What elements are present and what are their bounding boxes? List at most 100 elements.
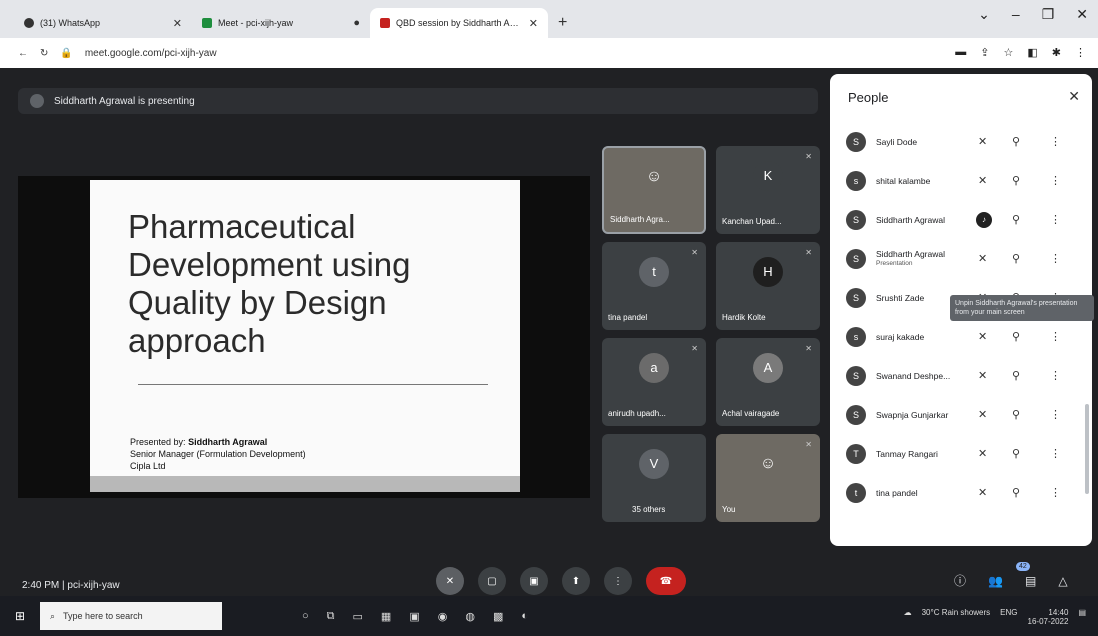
activities-icon[interactable]: △	[1058, 574, 1067, 588]
menu-icon[interactable]: ⋮	[1075, 46, 1086, 59]
share-icon[interactable]: ⇪	[980, 46, 989, 59]
captions-button[interactable]: ▣	[520, 567, 548, 595]
meeting-time: 2:40 PM	[22, 580, 60, 591]
participant-row[interactable]: S Swapnja Gunjarkar ✕ ⚲ ⋮	[830, 395, 1092, 434]
tab-meet[interactable]: Meet - pci-xijh-yaw ●	[192, 8, 370, 38]
tab-whatsapp[interactable]: (31) WhatsApp ✕	[14, 8, 192, 38]
chevron-down-icon[interactable]: ⌄	[978, 6, 990, 23]
participant-row[interactable]: S Siddharth Agrawal ♪ ⚲ ⋮	[830, 200, 1092, 239]
camera-icon[interactable]: ▬	[955, 46, 966, 59]
participant-subtitle: Presentation	[876, 259, 913, 267]
app-icon[interactable]: ▣	[409, 610, 419, 623]
self-view-tile[interactable]: ✕ ☺ You	[716, 434, 820, 522]
more-vert-icon[interactable]: ⋮	[1050, 447, 1061, 460]
maximize-button[interactable]: ❐	[1042, 6, 1055, 23]
pin-icon[interactable]: ⚲	[1012, 447, 1020, 460]
app-icon[interactable]: ▩	[493, 610, 503, 623]
people-button[interactable]: 👥 42	[988, 561, 1030, 588]
participant-row[interactable]: S Swanand Deshpe... ✕ ⚲ ⋮	[830, 356, 1092, 395]
participant-tile[interactable]: ✕ a anirudh upadh...	[602, 338, 706, 426]
mic-off-icon[interactable]: ✕	[978, 330, 987, 343]
more-options-button[interactable]: ⋮	[604, 567, 632, 595]
participant-tile[interactable]: ✕ H Hardik Kolte	[716, 242, 820, 330]
participant-row[interactable]: S Siddharth Agrawal Presentation ✕ ⚲ ⋮	[830, 239, 1092, 278]
reload-icon[interactable]: ↻	[40, 48, 48, 59]
mic-toggle-button[interactable]: ✕	[436, 567, 464, 595]
pin-icon[interactable]: ⚲	[1012, 135, 1020, 148]
mic-off-icon[interactable]: ✕	[978, 252, 987, 265]
language-indicator[interactable]: ENG	[1000, 608, 1017, 626]
mic-off-icon[interactable]: ✕	[978, 369, 987, 382]
mic-off-icon: ✕	[445, 575, 455, 587]
leave-call-button[interactable]: ☎	[646, 567, 686, 595]
camera-toggle-button[interactable]: ▢	[478, 567, 506, 595]
speaking-icon: ♪	[976, 211, 992, 228]
more-vert-icon[interactable]: ⋮	[1050, 486, 1061, 499]
extension-icon[interactable]: ✱	[1052, 46, 1061, 59]
participant-row[interactable]: t tina pandel ✕ ⚲ ⋮	[830, 473, 1092, 512]
star-icon[interactable]: ☆	[1004, 46, 1014, 59]
windows-start-icon[interactable]: ⊞	[6, 609, 34, 623]
notification-icon[interactable]: ▤	[1078, 608, 1086, 626]
participant-avatar: V	[639, 448, 669, 479]
file-explorer-icon[interactable]: ▭	[353, 610, 363, 623]
scrollbar[interactable]	[1085, 404, 1089, 494]
participant-avatar: s	[846, 326, 866, 347]
participant-count-badge: 42	[1016, 561, 1030, 571]
present-button[interactable]: ⬆	[562, 567, 590, 595]
close-window-button[interactable]: ✕	[1076, 6, 1088, 23]
more-vert-icon[interactable]: ⋮	[1050, 330, 1061, 343]
participant-row[interactable]: s suraj kakade ✕ ⚲ ⋮	[830, 317, 1092, 356]
participant-tile[interactable]: V 35 others	[602, 434, 706, 522]
pin-icon[interactable]: ⚲	[1012, 486, 1020, 499]
mic-off-icon[interactable]: ✕	[978, 135, 987, 148]
participant-row[interactable]: S Sayli Dode ✕ ⚲ ⋮	[830, 122, 1092, 161]
taskbar-search[interactable]: ⌕ Type here to search	[40, 602, 222, 630]
cortana-icon[interactable]: ○	[302, 610, 309, 623]
store-icon[interactable]: ▦	[381, 610, 391, 623]
pin-icon[interactable]: ⚲	[1012, 330, 1020, 343]
weather-text[interactable]: 30°C Rain showers	[922, 608, 991, 626]
participant-name: Tanmay Rangari	[876, 449, 970, 459]
pin-icon[interactable]: ⚲	[1012, 213, 1020, 226]
new-tab-button[interactable]: +	[548, 14, 577, 38]
address-bar: ← ↻ 🔒 meet.google.com/pci-xijh-yaw ▬ ⇪ ☆…	[0, 38, 1098, 68]
chat-icon[interactable]: ▤	[1025, 574, 1036, 588]
clock[interactable]: 14:40 16-07-2022	[1028, 608, 1069, 626]
participant-tile[interactable]: ☺ Siddharth Agra...	[602, 146, 706, 234]
mic-off-icon[interactable]: ✕	[978, 174, 987, 187]
more-vert-icon[interactable]: ⋮	[1050, 135, 1061, 148]
minimize-button[interactable]: –	[1012, 6, 1020, 23]
close-tab-icon[interactable]: ✕	[173, 17, 182, 30]
browser-icon[interactable]: ◉	[438, 610, 448, 623]
close-icon[interactable]: ✕	[1068, 88, 1080, 105]
app-icon[interactable]: ◐	[521, 610, 528, 623]
close-tab-icon[interactable]: ✕	[529, 17, 538, 30]
more-vert-icon[interactable]: ⋮	[1050, 408, 1061, 421]
participant-row[interactable]: s shital kalambe ✕ ⚲ ⋮	[830, 161, 1092, 200]
task-view-icon[interactable]: ⧉	[327, 610, 335, 623]
tab-qbd-session[interactable]: QBD session by Siddharth Agrav ✕	[370, 8, 548, 38]
info-icon[interactable]: ⓘ	[954, 572, 966, 589]
pin-icon[interactable]: ⚲	[1012, 369, 1020, 382]
close-tab-icon[interactable]: ●	[353, 17, 360, 29]
participant-row[interactable]: T Tanmay Rangari ✕ ⚲ ⋮	[830, 434, 1092, 473]
pin-icon[interactable]: ⚲	[1012, 174, 1020, 187]
url-field[interactable]: meet.google.com/pci-xijh-yaw	[85, 48, 217, 59]
sidebar-icon[interactable]: ◧	[1027, 46, 1037, 59]
more-vert-icon[interactable]: ⋮	[1050, 174, 1061, 187]
mic-off-icon[interactable]: ✕	[978, 486, 987, 499]
participant-tile[interactable]: ✕ K Kanchan Upad...	[716, 146, 820, 234]
mic-off-icon[interactable]: ✕	[978, 447, 987, 460]
participant-tile[interactable]: ✕ t tina pandel	[602, 242, 706, 330]
back-icon[interactable]: ←	[18, 48, 28, 59]
mic-off-icon[interactable]: ✕	[978, 408, 987, 421]
participant-avatar: S	[846, 287, 866, 308]
participant-tile[interactable]: ✕ A Achal vairagade	[716, 338, 820, 426]
app-icon[interactable]: ◍	[465, 610, 475, 623]
pin-icon[interactable]: ⚲	[1012, 252, 1020, 265]
pin-icon[interactable]: ⚲	[1012, 408, 1020, 421]
more-vert-icon[interactable]: ⋮	[1050, 252, 1061, 265]
more-vert-icon[interactable]: ⋮	[1050, 369, 1061, 382]
more-vert-icon[interactable]: ⋮	[1050, 213, 1061, 226]
